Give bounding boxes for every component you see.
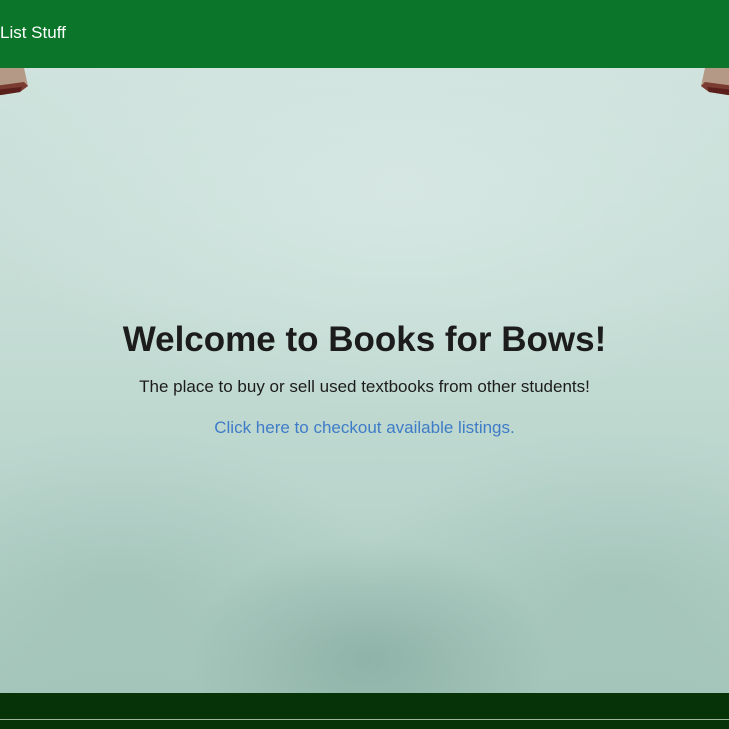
hero-title: Welcome to Books for Bows! — [122, 320, 607, 359]
hero-section: Welcome to Books for Bows! The place to … — [0, 68, 729, 693]
page: List Stuff Welcome to Books for Bows! Th… — [0, 0, 729, 729]
footer-divider — [0, 719, 729, 720]
hero-subtitle: The place to buy or sell used textbooks … — [139, 377, 590, 396]
book-edge-image-right — [701, 68, 729, 96]
top-navbar: List Stuff — [0, 0, 729, 68]
book-edge-image-left — [0, 68, 28, 96]
hero-content: Welcome to Books for Bows! The place to … — [0, 318, 729, 439]
nav-link-list-stuff[interactable]: List Stuff — [0, 23, 66, 43]
available-listings-link[interactable]: Click here to checkout available listing… — [214, 417, 514, 439]
footer — [0, 693, 729, 729]
